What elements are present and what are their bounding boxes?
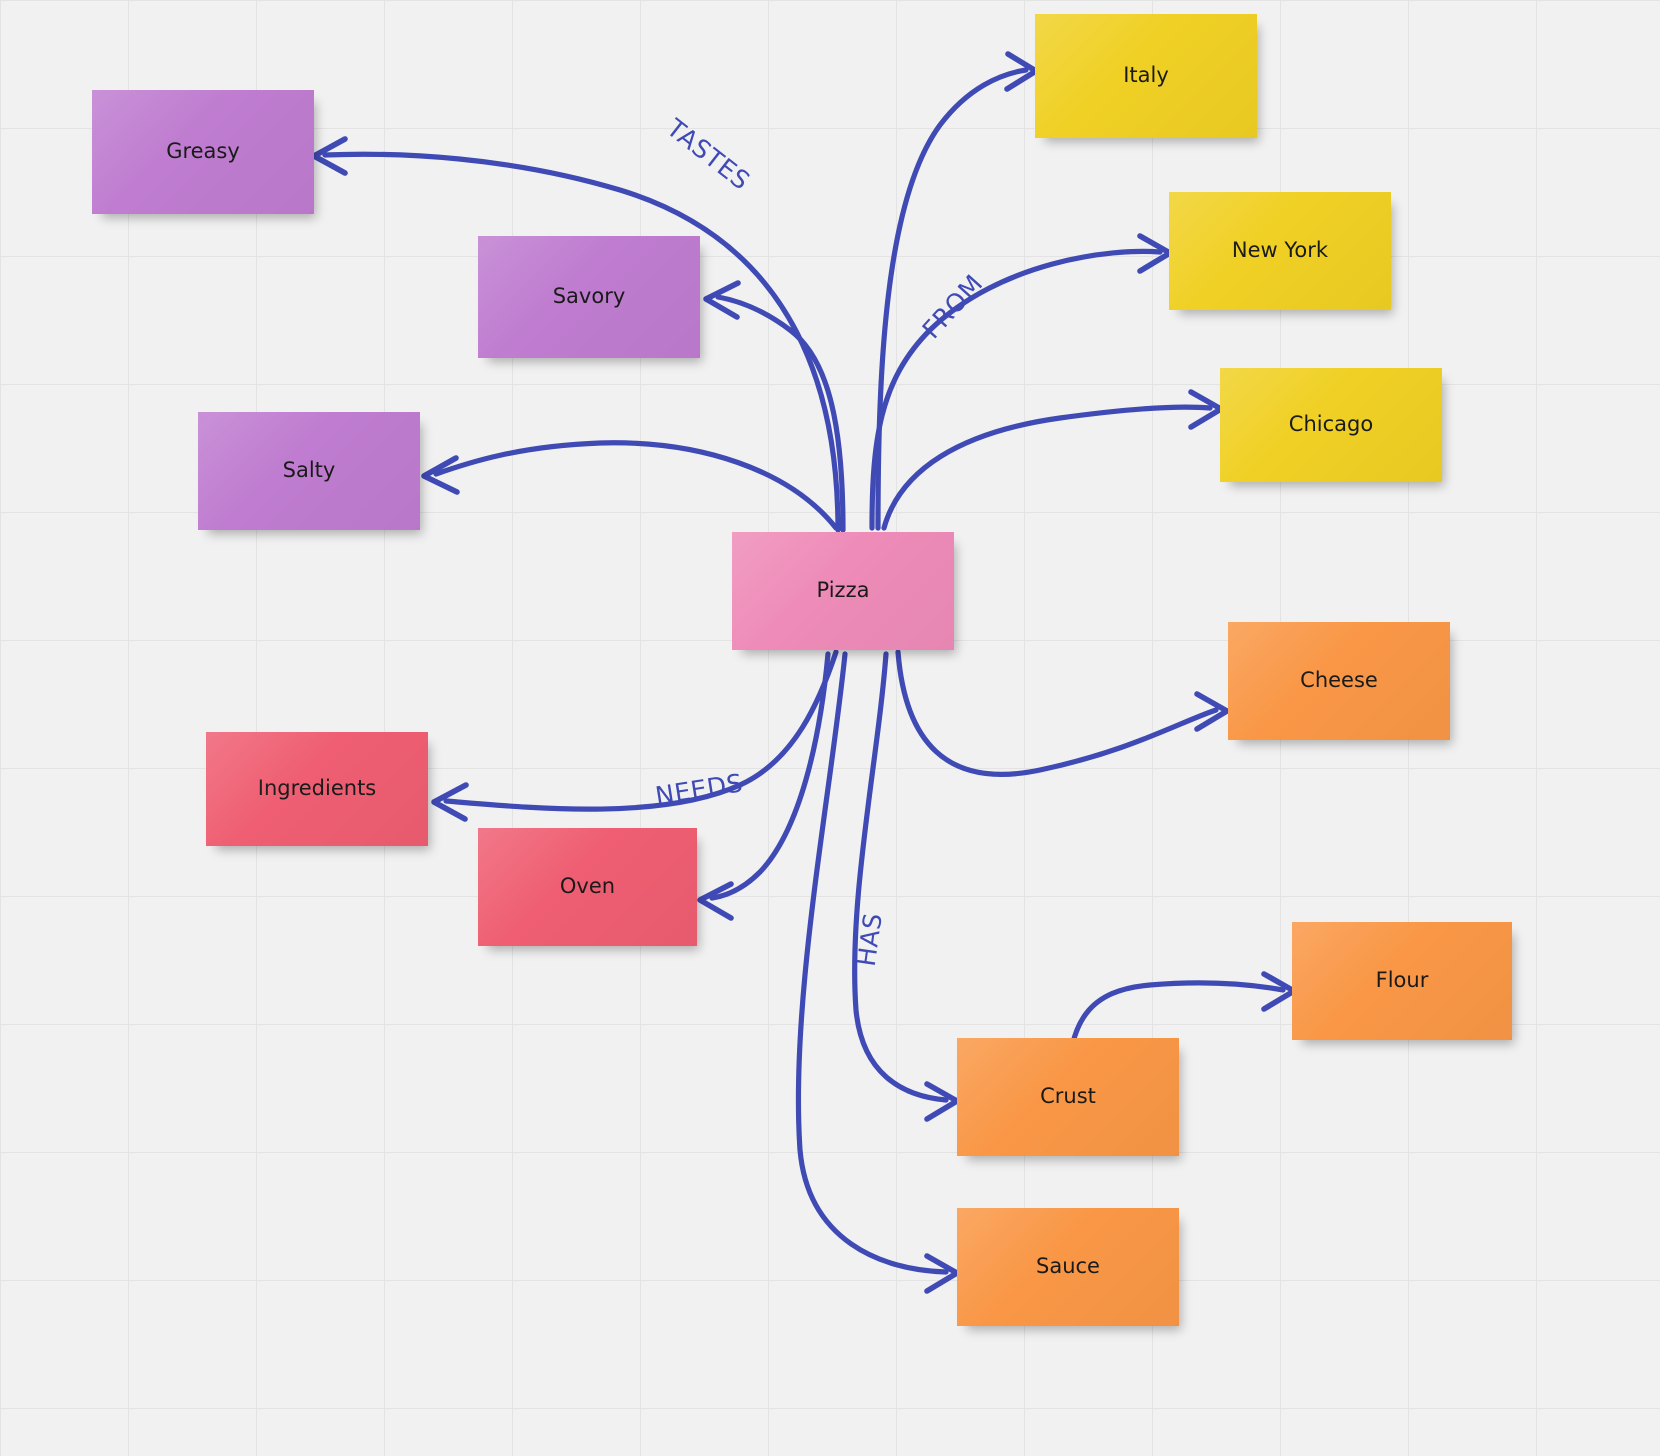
edge-label-has[interactable]: HAS [852, 911, 888, 968]
note-salty[interactable]: Salty [198, 412, 420, 530]
edge-pizza-crust [852, 651, 960, 1122]
note-label: Greasy [166, 139, 240, 164]
note-label: Salty [282, 458, 336, 483]
note-label: Sauce [1036, 1254, 1100, 1279]
edge-pizza-savory [703, 280, 846, 533]
note-label: Chicago [1288, 412, 1374, 437]
note-savory[interactable]: Savory [478, 236, 700, 358]
note-label: Oven [559, 874, 616, 899]
edge-pizza-sauce [795, 651, 960, 1294]
note-ingredients[interactable]: Ingredients [206, 732, 428, 846]
note-new-york[interactable]: New York [1169, 192, 1391, 310]
note-label: New York [1231, 238, 1329, 263]
edge-label-from[interactable]: FROM [917, 269, 989, 344]
edge-pizza-salty [421, 440, 839, 531]
note-pizza[interactable]: Pizza [732, 532, 954, 650]
note-label: Crust [1040, 1084, 1096, 1109]
note-crust[interactable]: Crust [957, 1038, 1179, 1156]
note-sauce[interactable]: Sauce [957, 1208, 1179, 1326]
edge-label-tastes[interactable]: TASTES [661, 113, 755, 195]
note-label: Flour [1375, 968, 1429, 993]
edge-pizza-cheese [895, 649, 1230, 777]
edge-label-needs[interactable]: NEEDS [653, 768, 745, 810]
note-label: Pizza [816, 578, 870, 603]
edge-pizza-new-york [869, 233, 1173, 531]
note-label: Italy [1123, 63, 1169, 88]
edge-pizza-ingredients [431, 649, 839, 822]
note-chicago[interactable]: Chicago [1220, 368, 1442, 482]
mindmap-canvas[interactable]: Greasy Italy New York Savory Chicago Sal… [0, 0, 1660, 1456]
edge-pizza-chicago [881, 389, 1224, 531]
note-label: Ingredients [257, 776, 377, 801]
note-label: Cheese [1300, 668, 1378, 693]
note-italy[interactable]: Italy [1035, 14, 1257, 138]
note-flour[interactable]: Flour [1292, 922, 1512, 1040]
note-label: Savory [552, 284, 626, 309]
note-cheese[interactable]: Cheese [1228, 622, 1450, 740]
note-oven[interactable]: Oven [478, 828, 697, 946]
note-greasy[interactable]: Greasy [92, 90, 314, 214]
